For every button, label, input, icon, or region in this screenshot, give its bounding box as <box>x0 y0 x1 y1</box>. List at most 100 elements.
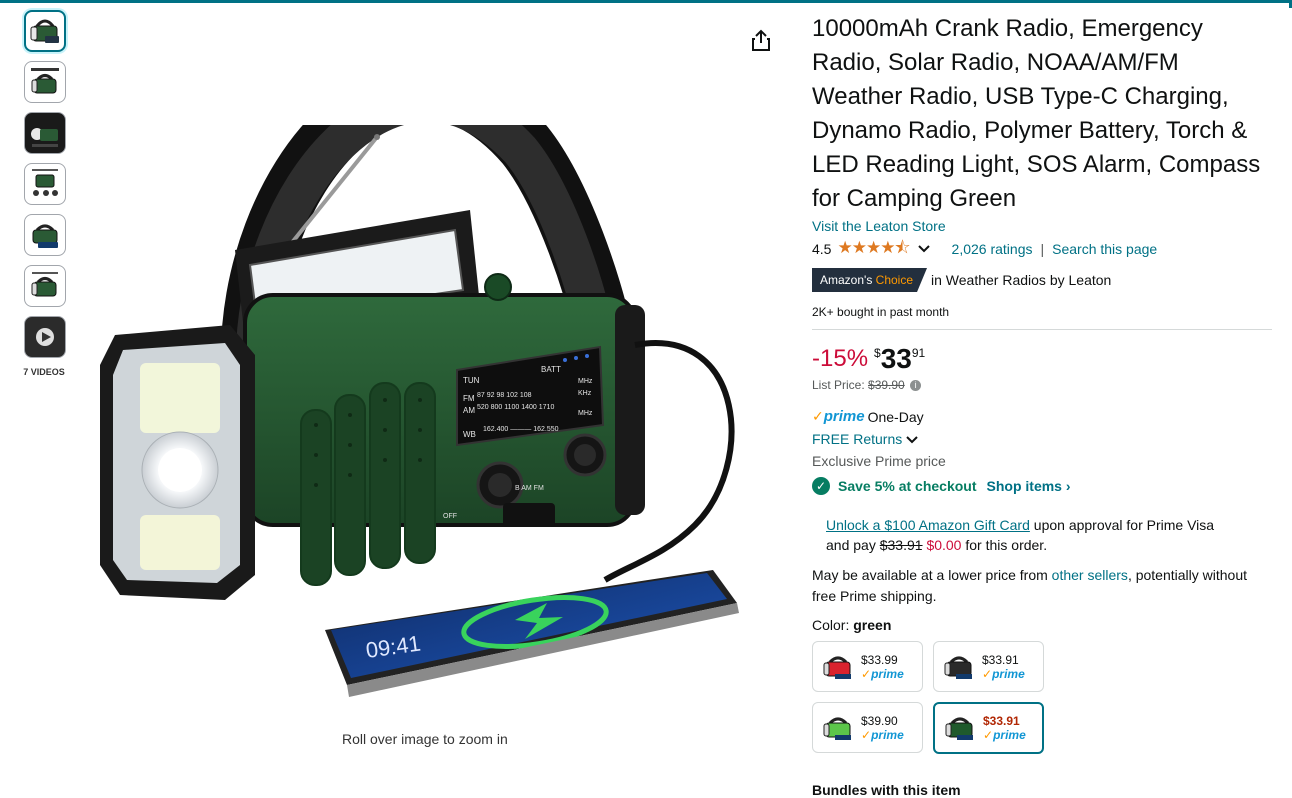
coupon-row: ✓ Save 5% at checkout Shop items › <box>812 477 1272 495</box>
info-icon[interactable]: i <box>910 380 922 392</box>
color-swatches: $33.99 ✓prime $33.91 ✓prime $39.90 ✓prim… <box>812 641 1172 764</box>
radio-battery-thumbnail-icon <box>31 68 59 94</box>
card-old-price: $33.91 <box>879 537 923 553</box>
zoom-hint: Roll over image to zoom in <box>342 731 508 747</box>
thumbnail-strip: 7 VIDEOS <box>22 10 70 377</box>
amazons-choice-row: Amazon's Choice in Weather Radios by Lea… <box>812 268 1272 292</box>
off-label: OFF <box>443 513 457 520</box>
main-product-image[interactable]: TUN BATT FM 87 92 98 102 108 MHz AM 520 … <box>95 125 750 725</box>
top-border <box>0 0 1292 3</box>
rating-row: 4.5 ★★★★⯪ 2,026 ratings | Search this pa… <box>812 238 1272 260</box>
play-video-icon <box>28 320 62 354</box>
radio-light-thumbnail-icon <box>28 116 62 150</box>
thumbnail-4[interactable] <box>24 163 66 205</box>
tuner-fm-values: 87 92 98 102 108 <box>477 392 532 399</box>
color-option-light-green[interactable]: $39.90 ✓prime <box>812 702 923 753</box>
swatch-price: $39.90 <box>861 713 898 728</box>
product-info: 10000mAh Crank Radio, Emergency Radio, S… <box>812 12 1272 764</box>
thumbnail-video[interactable] <box>24 316 66 358</box>
prime-logo: prime <box>823 408 865 425</box>
rating-value: 4.5 <box>812 241 832 257</box>
thumbnail-3[interactable] <box>24 112 66 154</box>
radio-red-icon <box>823 656 851 679</box>
free-returns[interactable]: FREE Returns <box>812 431 1272 447</box>
choice-category: in Weather Radios by Leaton <box>931 272 1112 288</box>
color-option-black[interactable]: $33.91 ✓prime <box>933 641 1044 692</box>
price-fraction: 91 <box>911 346 926 360</box>
exclusive-prime-price: Exclusive Prime price <box>812 453 946 469</box>
chevron-down-icon[interactable] <box>917 245 930 253</box>
amazons-choice-badge[interactable]: Amazon's Choice <box>812 268 927 292</box>
tuner-fm-unit: MHz <box>578 378 593 385</box>
thumbnail-1[interactable] <box>24 10 66 52</box>
swatch-prime-label: prime <box>992 666 1025 681</box>
ratings-count-link[interactable]: 2,026 ratings <box>952 241 1033 257</box>
store-link[interactable]: Visit the Leaton Store <box>812 218 1272 234</box>
color-option-green[interactable]: $33.91 ✓prime <box>933 702 1044 754</box>
product-title: 10000mAh Crank Radio, Emergency Radio, S… <box>812 15 1261 212</box>
other-sellers-link[interactable]: other sellers <box>1052 567 1128 583</box>
prime-row: ✓ prime One-Day <box>812 408 1272 425</box>
search-page-link[interactable]: Search this page <box>1052 241 1157 257</box>
tuner-am-values: 520 800 1100 1400 1710 <box>477 404 554 411</box>
radio-alt-thumbnail-icon <box>31 272 58 297</box>
color-label-text: Color: <box>812 617 850 633</box>
availability-note: May be available at a lower price from o… <box>812 565 1272 607</box>
tuner-am-label: AM <box>463 406 475 415</box>
price-row: -15% $ 33 91 <box>812 344 1272 374</box>
tuner-wb-unit: MHz <box>578 410 593 417</box>
radio-phone-thumbnail-icon <box>32 224 58 248</box>
videos-count-label[interactable]: 7 VIDEOS <box>20 367 68 377</box>
thumbnail-5[interactable] <box>24 214 66 256</box>
list-price: List Price: $39.90 i <box>812 378 1272 392</box>
card-new-price: $0.00 <box>926 537 962 553</box>
swatch-price: $33.91 <box>983 714 1020 728</box>
checkmark-icon: ✓ <box>812 477 830 495</box>
chevron-down-icon <box>906 436 918 444</box>
card-offer: Unlock a $100 Amazon Gift Card upon appr… <box>826 515 1272 555</box>
shop-items-link[interactable]: Shop items › <box>987 478 1071 494</box>
free-returns-label: FREE Returns <box>812 431 903 447</box>
star-rating-icon[interactable]: ★★★★⯪ <box>837 235 910 264</box>
choice-badge-text: Amazon's <box>820 273 873 287</box>
tuner-wb-values: 162.400 ——— 162.550 <box>483 426 559 433</box>
bundles-heading: Bundles with this item <box>812 782 961 798</box>
band-labels: B AM FM <box>515 485 544 492</box>
list-price-value: $39.90 <box>868 378 905 392</box>
thumbnail-2[interactable] <box>24 61 66 103</box>
thumbnail-6[interactable] <box>24 265 66 307</box>
gift-card-link[interactable]: Unlock a $100 Amazon Gift Card <box>826 517 1030 533</box>
swatch-price: $33.99 <box>861 652 898 667</box>
card-offer-text-1: upon approval for Prime Visa <box>1033 517 1215 533</box>
tuner-batt-label: BATT <box>541 365 561 374</box>
swatch-prime-label: prime <box>871 666 904 681</box>
swatch-prime-badge: ✓prime <box>983 728 1026 742</box>
tuner-am-unit: KHz <box>578 390 592 397</box>
list-price-label: List Price: <box>812 378 865 392</box>
swatch-price: $33.91 <box>982 652 1019 667</box>
prime-check-icon: ✓ <box>812 408 824 424</box>
price-whole: 33 <box>880 343 912 374</box>
color-option-red[interactable]: $33.99 ✓prime <box>812 641 923 692</box>
radio-charging-thumbnail-icon <box>32 169 58 196</box>
prime-delivery-text: One-Day <box>867 408 924 425</box>
tuner-fm-label: FM <box>463 394 475 403</box>
share-icon[interactable] <box>750 28 772 52</box>
card-offer-text-3: for this order. <box>965 537 1048 553</box>
swatch-prime-badge: ✓prime <box>982 666 1025 681</box>
radio-light-green-icon <box>823 717 851 740</box>
discount-percent: -15% <box>812 345 869 372</box>
radio-front-thumbnail-icon <box>30 19 59 43</box>
radio-green-icon <box>945 717 973 740</box>
price-currency: $ <box>874 346 881 360</box>
shop-items-label: Shop items <box>986 478 1062 494</box>
swatch-prime-badge: ✓prime <box>861 727 904 742</box>
bought-count: 2K+ bought in past month <box>812 305 1272 330</box>
card-offer-text-2: and pay <box>826 537 876 553</box>
divider: | <box>1040 241 1045 257</box>
choice-badge-highlight: Choice <box>875 273 914 287</box>
swatch-prime-badge: ✓prime <box>861 666 904 681</box>
swatch-prime-label: prime <box>871 727 904 742</box>
color-value: green <box>853 617 892 633</box>
radio-black-icon <box>944 656 972 679</box>
